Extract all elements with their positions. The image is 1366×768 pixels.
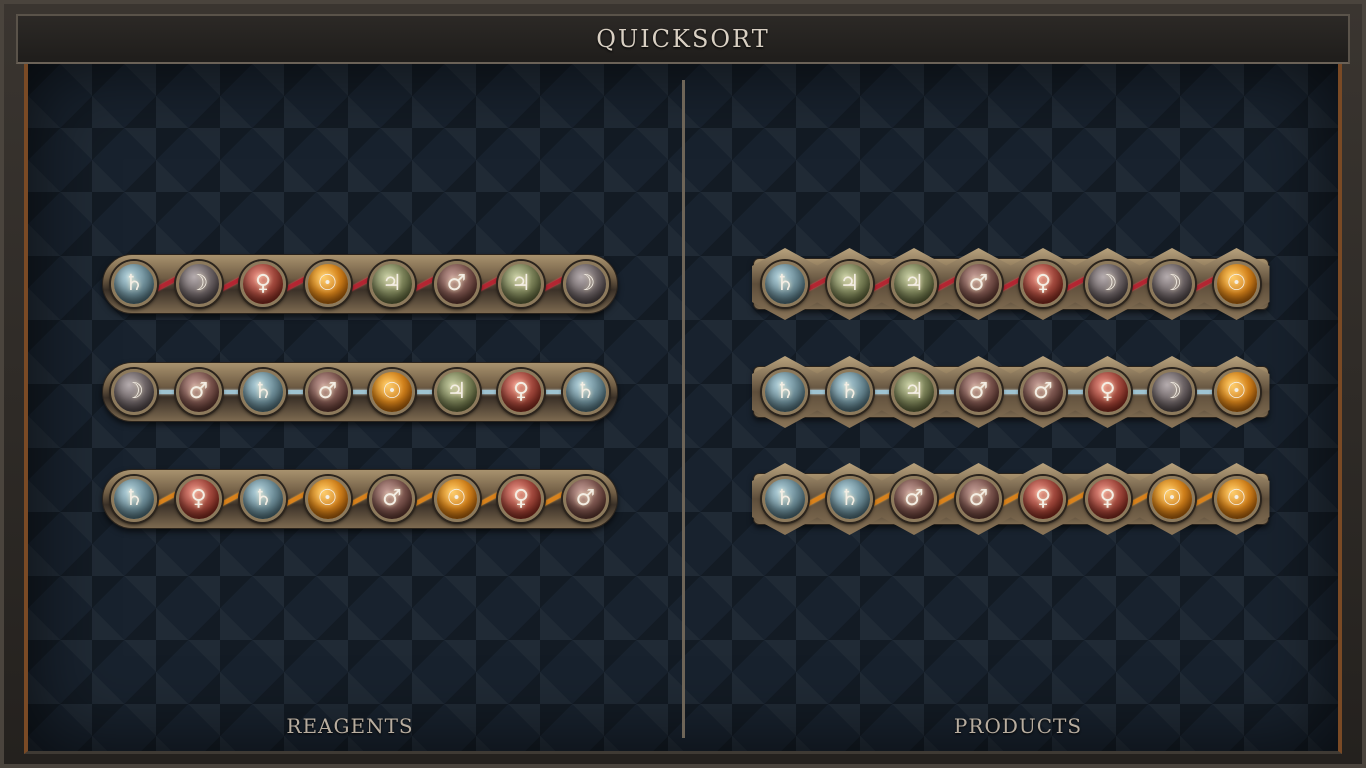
jupiter-icon[interactable]: ♃ <box>891 261 937 307</box>
sun-icon[interactable]: ☉ <box>1213 369 1260 415</box>
sun-icon[interactable]: ☉ <box>1149 476 1195 522</box>
product-bond-link <box>805 390 830 394</box>
venus-icon[interactable]: ♀ <box>175 476 222 522</box>
panel-divider <box>682 80 685 738</box>
reagent-bond-link <box>283 390 308 394</box>
mars-icon[interactable]: ♂ <box>304 369 351 415</box>
jupiter-icon[interactable]: ♃ <box>826 261 873 307</box>
saturn-icon[interactable]: ♄ <box>111 261 157 307</box>
saturn-icon[interactable]: ♄ <box>826 476 873 522</box>
jupiter-icon[interactable]: ♃ <box>891 369 937 415</box>
mars-icon[interactable]: ♂ <box>175 369 222 415</box>
jupiter-icon[interactable]: ♃ <box>369 261 415 307</box>
sun-icon[interactable]: ☉ <box>304 261 351 307</box>
mars-icon[interactable]: ♂ <box>891 476 937 522</box>
sun-icon[interactable]: ☉ <box>304 476 351 522</box>
saturn-icon[interactable]: ♄ <box>240 369 286 415</box>
moon-icon[interactable]: ☽ <box>1149 261 1195 307</box>
reagent-bond-link <box>541 390 566 394</box>
jupiter-icon[interactable]: ♃ <box>498 261 544 307</box>
saturn-icon[interactable]: ♄ <box>111 476 157 522</box>
moon-icon[interactable]: ☽ <box>1149 369 1195 415</box>
product-bond-link <box>1063 390 1088 394</box>
page-title: QUICKSORT <box>596 25 770 53</box>
mars-icon[interactable]: ♂ <box>955 369 1002 415</box>
venus-icon[interactable]: ♀ <box>498 476 544 522</box>
venus-icon[interactable]: ♀ <box>498 369 544 415</box>
title-bar: QUICKSORT <box>16 14 1350 64</box>
saturn-icon[interactable]: ♄ <box>762 369 808 415</box>
mars-icon[interactable]: ♂ <box>955 261 1002 307</box>
saturn-icon[interactable]: ♄ <box>562 369 609 415</box>
jupiter-icon[interactable]: ♃ <box>433 369 480 415</box>
saturn-icon[interactable]: ♄ <box>240 476 286 522</box>
venus-icon[interactable]: ♀ <box>1084 476 1131 522</box>
sun-icon[interactable]: ☉ <box>369 369 415 415</box>
sun-icon[interactable]: ☉ <box>1213 261 1260 307</box>
moon-icon[interactable]: ☽ <box>562 261 609 307</box>
reagent-bond-link <box>412 390 437 394</box>
reagent-bond-link <box>154 390 179 394</box>
products-label: PRODUCTS <box>953 714 1083 738</box>
mars-icon[interactable]: ♂ <box>369 476 415 522</box>
saturn-icon[interactable]: ♄ <box>762 476 808 522</box>
saturn-icon[interactable]: ♄ <box>762 261 808 307</box>
moon-icon[interactable]: ☽ <box>1084 261 1131 307</box>
saturn-icon[interactable]: ♄ <box>826 369 873 415</box>
venus-icon[interactable]: ♀ <box>1084 369 1131 415</box>
mars-icon[interactable]: ♂ <box>433 261 480 307</box>
venus-icon[interactable]: ♀ <box>240 261 286 307</box>
venus-icon[interactable]: ♀ <box>1020 261 1066 307</box>
mars-icon[interactable]: ♂ <box>562 476 609 522</box>
product-bond-link <box>934 390 959 394</box>
reagents-label: REAGENTS <box>286 714 414 738</box>
sun-icon[interactable]: ☉ <box>433 476 480 522</box>
mars-icon[interactable]: ♂ <box>955 476 1002 522</box>
mars-icon[interactable]: ♂ <box>1020 369 1066 415</box>
venus-icon[interactable]: ♀ <box>1020 476 1066 522</box>
moon-icon[interactable]: ☽ <box>175 261 222 307</box>
product-bond-link <box>1192 390 1217 394</box>
moon-icon[interactable]: ☽ <box>111 369 157 415</box>
sun-icon[interactable]: ☉ <box>1213 476 1260 522</box>
